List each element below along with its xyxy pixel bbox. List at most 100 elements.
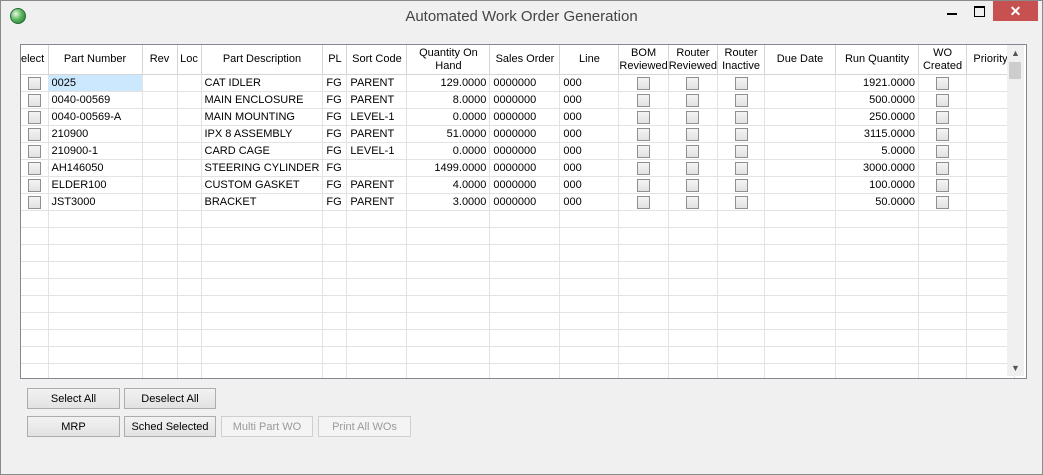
wo-created-checkbox[interactable] xyxy=(936,161,950,175)
select-all-button[interactable]: Select All xyxy=(27,388,120,409)
cell-part-number[interactable]: 0025 xyxy=(48,74,143,92)
table-row[interactable]: JST3000 BRACKET FG PARENT 3.0000 0000000 000 50… xyxy=(21,193,1016,211)
column-header-line[interactable]: Line xyxy=(559,45,620,75)
bom-reviewed-checkbox[interactable] xyxy=(637,110,651,124)
empty-cell xyxy=(918,329,968,347)
empty-table-row xyxy=(21,363,1016,378)
column-header-bom-reviewed[interactable]: BOM Reviewed xyxy=(618,45,669,75)
minimize-button[interactable] xyxy=(939,1,965,21)
empty-cell xyxy=(764,278,837,296)
column-header-sales-order[interactable]: Sales Order xyxy=(489,45,561,75)
cell-wo-created xyxy=(918,91,968,109)
empty-cell xyxy=(559,227,620,245)
column-header-wo-created[interactable]: WO Created xyxy=(918,45,968,75)
column-header-run-quantity[interactable]: Run Quantity xyxy=(835,45,920,75)
empty-cell xyxy=(21,278,49,296)
print-all-wos-button[interactable]: Print All WOs xyxy=(318,416,411,437)
deselect-all-button[interactable]: Deselect All xyxy=(124,388,216,409)
column-header-part-number[interactable]: Part Number xyxy=(48,45,143,75)
select-checkbox[interactable] xyxy=(27,195,41,209)
cell-part-description: STEERING CYLINDER xyxy=(201,159,324,177)
column-header-rev[interactable]: Rev xyxy=(142,45,178,75)
bom-reviewed-checkbox[interactable] xyxy=(637,144,651,158)
column-header-sort-code[interactable]: Sort Code xyxy=(346,45,408,75)
column-header-due-date[interactable]: Due Date xyxy=(764,45,837,75)
bom-reviewed-checkbox[interactable] xyxy=(637,178,651,192)
router-reviewed-checkbox[interactable] xyxy=(686,93,700,107)
empty-cell xyxy=(668,244,719,262)
router-reviewed-checkbox[interactable] xyxy=(686,110,700,124)
column-header-quantity-on-hand[interactable]: Quantity On Hand xyxy=(406,45,491,75)
work-order-grid[interactable]: elect Part Number Rev Loc Part Description PL… xyxy=(20,44,1027,379)
router-inactive-checkbox[interactable] xyxy=(734,127,748,141)
cell-sales-order: 0000000 xyxy=(489,125,561,143)
cell-sort-code: PARENT xyxy=(346,193,408,211)
bom-reviewed-checkbox[interactable] xyxy=(637,93,651,107)
empty-cell xyxy=(668,295,719,313)
cell-router-reviewed xyxy=(668,125,719,143)
bom-reviewed-checkbox[interactable] xyxy=(637,76,651,90)
select-checkbox[interactable] xyxy=(27,127,41,141)
router-reviewed-checkbox[interactable] xyxy=(686,76,700,90)
router-reviewed-checkbox[interactable] xyxy=(686,195,700,209)
column-header-router-reviewed[interactable]: Router Reviewed xyxy=(668,45,719,75)
router-inactive-checkbox[interactable] xyxy=(734,76,748,90)
close-button[interactable]: ✕ xyxy=(993,1,1038,21)
bom-reviewed-checkbox[interactable] xyxy=(637,161,651,175)
maximize-button[interactable] xyxy=(966,1,992,21)
select-checkbox[interactable] xyxy=(27,161,41,175)
router-inactive-checkbox[interactable] xyxy=(734,110,748,124)
router-reviewed-checkbox[interactable] xyxy=(686,178,700,192)
router-inactive-checkbox[interactable] xyxy=(734,161,748,175)
table-row[interactable]: 0040-00569 MAIN ENCLOSURE FG PARENT 8.0000 00… xyxy=(21,91,1016,109)
select-checkbox[interactable] xyxy=(27,76,41,90)
wo-created-checkbox[interactable] xyxy=(936,178,950,192)
table-row[interactable]: AH146050 STEERING CYLINDER FG 1499.0000 0000… xyxy=(21,159,1016,177)
table-row[interactable]: 210900-1 CARD CAGE FG LEVEL-1 0.0000 0000000 0… xyxy=(21,142,1016,160)
router-reviewed-checkbox[interactable] xyxy=(686,144,700,158)
table-row[interactable]: 210900 IPX 8 ASSEMBLY FG PARENT 51.0000 00000… xyxy=(21,125,1016,143)
sched-selected-button[interactable]: Sched Selected xyxy=(124,416,216,437)
select-checkbox[interactable] xyxy=(27,93,41,107)
wo-created-checkbox[interactable] xyxy=(936,110,950,124)
multi-part-wo-button[interactable]: Multi Part WO xyxy=(221,416,313,437)
scroll-up-icon[interactable]: ▲ xyxy=(1007,45,1024,61)
router-reviewed-checkbox[interactable] xyxy=(686,127,700,141)
wo-created-checkbox[interactable] xyxy=(936,127,950,141)
cell-loc xyxy=(177,125,202,143)
empty-cell xyxy=(489,278,561,296)
column-header-select[interactable]: elect xyxy=(21,45,49,75)
router-reviewed-checkbox[interactable] xyxy=(686,161,700,175)
empty-cell xyxy=(406,244,491,262)
empty-cell xyxy=(48,227,143,245)
grid-vertical-scrollbar[interactable]: ▲ ▼ xyxy=(1007,45,1024,376)
wo-created-checkbox[interactable] xyxy=(936,144,950,158)
empty-cell xyxy=(346,329,408,347)
bom-reviewed-checkbox[interactable] xyxy=(637,195,651,209)
empty-cell xyxy=(668,312,719,330)
router-inactive-checkbox[interactable] xyxy=(734,195,748,209)
table-row[interactable]: ELDER100 CUSTOM GASKET FG PARENT 4.0000 00000… xyxy=(21,176,1016,194)
wo-created-checkbox[interactable] xyxy=(936,195,950,209)
column-header-router-inactive[interactable]: Router Inactive xyxy=(717,45,766,75)
table-row[interactable]: 0040-00569-A MAIN MOUNTING FG LEVEL-1 0.0000… xyxy=(21,108,1016,126)
empty-table-row xyxy=(21,244,1016,262)
column-header-loc[interactable]: Loc xyxy=(177,45,202,75)
wo-created-checkbox[interactable] xyxy=(936,76,950,90)
wo-created-checkbox[interactable] xyxy=(936,93,950,107)
bom-reviewed-checkbox[interactable] xyxy=(637,127,651,141)
scroll-down-icon[interactable]: ▼ xyxy=(1007,360,1024,376)
grid-header-row: elect Part Number Rev Loc Part Description PL… xyxy=(21,45,1016,75)
column-header-pl[interactable]: PL xyxy=(322,45,348,75)
mrp-button[interactable]: MRP xyxy=(27,416,120,437)
empty-cell xyxy=(559,312,620,330)
select-checkbox[interactable] xyxy=(27,144,41,158)
router-inactive-checkbox[interactable] xyxy=(734,178,748,192)
select-checkbox[interactable] xyxy=(27,110,41,124)
column-header-part-description[interactable]: Part Description xyxy=(201,45,324,75)
scroll-thumb[interactable] xyxy=(1009,62,1021,79)
select-checkbox[interactable] xyxy=(27,178,41,192)
router-inactive-checkbox[interactable] xyxy=(734,93,748,107)
router-inactive-checkbox[interactable] xyxy=(734,144,748,158)
table-row[interactable]: 0025 CAT IDLER FG PARENT 129.0000 0000000 000 1… xyxy=(21,74,1016,92)
